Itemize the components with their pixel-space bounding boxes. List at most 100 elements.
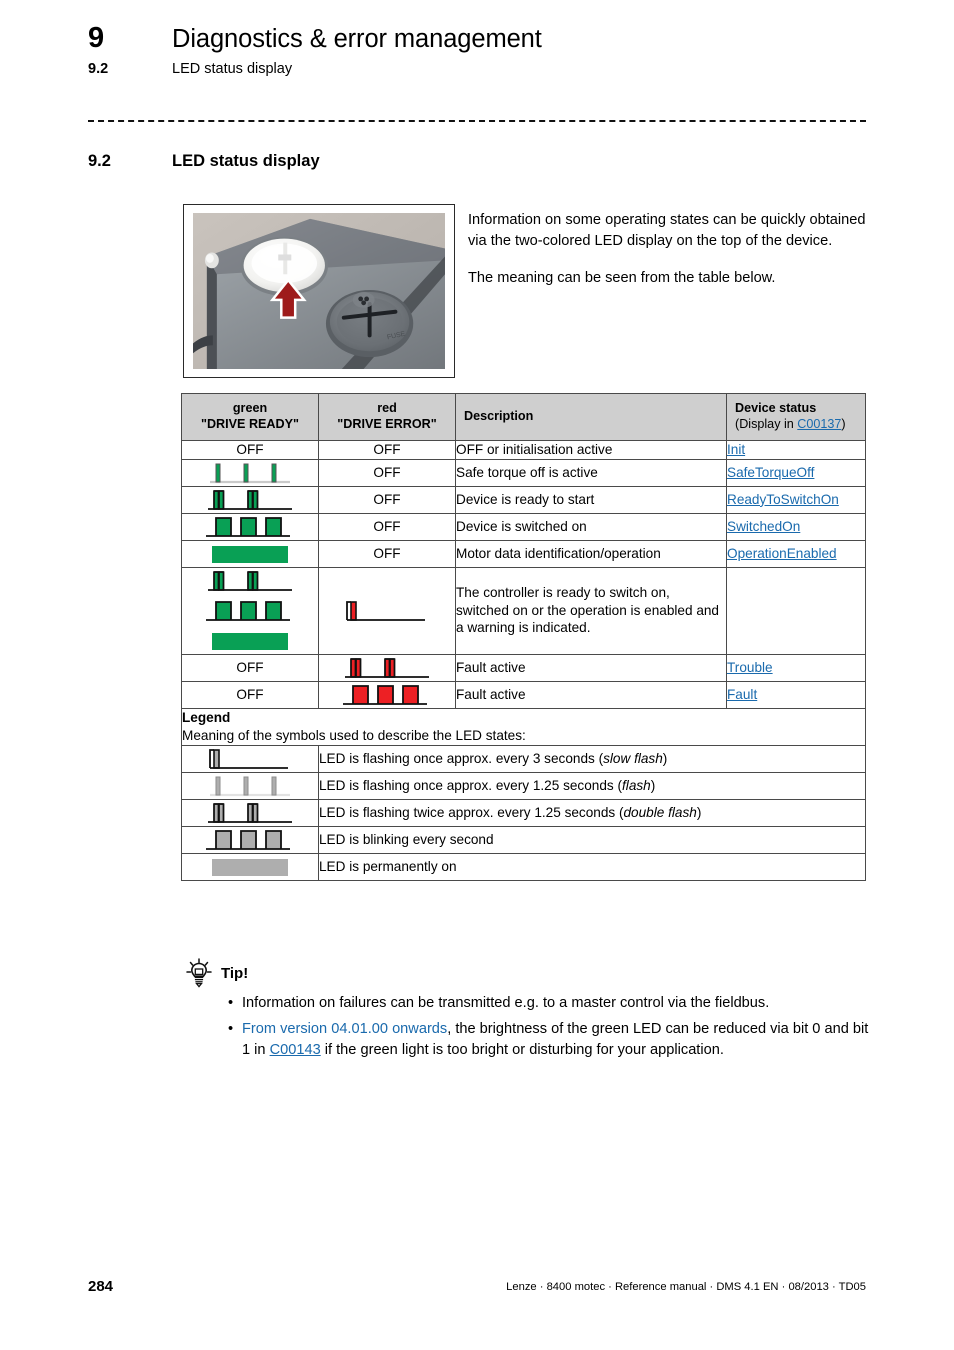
- table-row: OFF Fault active Fault: [181, 680, 866, 709]
- cell-red-led: OFF: [318, 512, 456, 541]
- running-header: 9 Diagnostics & error management 9.2 LED…: [88, 22, 878, 77]
- legend-header-cell: Legend Meaning of the symbols used to des…: [181, 707, 866, 746]
- table-body: OFF OFF OFF or initialisation active Init OF…: [181, 440, 866, 881]
- header-description: Description: [455, 393, 727, 441]
- header-section-number: 9.2: [88, 61, 109, 77]
- footer-page-number: 284: [88, 1278, 114, 1295]
- cell-green-led: OFF: [181, 680, 319, 709]
- cell-red-led: OFF: [318, 485, 456, 514]
- cell-green-led: [181, 539, 319, 568]
- legend-text-cell: LED is permanently on: [318, 852, 866, 881]
- table-row: OFF OFF OFF or initialisation active Init: [181, 440, 866, 460]
- section-number: 9.2: [88, 152, 111, 170]
- section-title: LED status display: [172, 152, 320, 170]
- cell-device-status: SwitchedOn: [726, 512, 866, 541]
- header-green-label: green: [232, 401, 268, 415]
- cell-red-led: [318, 653, 456, 682]
- table-row: OFF Safe torque off is active SafeTorqueOf…: [181, 458, 866, 487]
- cell-green-led: [181, 566, 319, 655]
- cell-device-status: Fault: [726, 680, 866, 709]
- cell-green-led: [181, 458, 319, 487]
- link-status-switchedon[interactable]: SwitchedOn: [727, 519, 800, 534]
- legend-row: LED is flashing once approx. every 3 sec…: [181, 744, 866, 773]
- legend-symbol-cell: [181, 771, 319, 800]
- display-in-close: ): [841, 416, 846, 431]
- tip-version-link[interactable]: From version 04.01.00 onwards: [242, 1021, 447, 1037]
- tip-title: Tip!: [221, 964, 249, 982]
- lightbulb-icon: [186, 958, 212, 988]
- legend-symbol-cell: [181, 744, 319, 773]
- legend-term: slow flash: [603, 751, 663, 766]
- table-header-row: green "DRIVE READY" red "DRIVE ERROR" De…: [181, 393, 866, 441]
- led-symbol-double-flash: [208, 570, 292, 591]
- led-symbol-flash: [210, 463, 290, 483]
- cell-description: Safe torque off is active: [455, 458, 727, 487]
- display-in-text: (Display in: [735, 416, 798, 431]
- device-top-led-photo: FUSE: [193, 213, 445, 369]
- link-status-fault[interactable]: Fault: [727, 687, 757, 702]
- cell-red-led: [318, 680, 456, 709]
- cell-green-led: OFF: [181, 440, 319, 460]
- legend-symbol-cell: [181, 825, 319, 854]
- cell-device-status: SafeTorqueOff: [726, 458, 866, 487]
- cell-device-status: Trouble: [726, 653, 866, 682]
- legend-symbol-cell: [181, 798, 319, 827]
- footer-info: Lenze · 8400 motec · Reference manual · …: [506, 1281, 866, 1293]
- table-row: The controller is ready to switch on, sw…: [181, 566, 866, 655]
- cell-red-led: OFF: [318, 458, 456, 487]
- legend-subtitle: Meaning of the symbols used to describe …: [182, 727, 526, 743]
- legend-symbol-cell: [181, 852, 319, 881]
- led-symbol-blink: [206, 600, 290, 621]
- intro-paragraph-1: Information on some operating states can…: [468, 212, 866, 249]
- link-c00143[interactable]: C00143: [270, 1042, 321, 1058]
- header-green: green "DRIVE READY": [181, 393, 319, 441]
- link-status-operationenabled[interactable]: OperationEnabled: [727, 546, 837, 561]
- legend-term: double flash: [623, 805, 697, 820]
- legend-row: LED is permanently on: [181, 852, 866, 881]
- cell-description: Motor data identification/operation: [455, 539, 727, 568]
- header-red-label: red: [377, 401, 397, 415]
- cell-description: Device is switched on: [455, 512, 727, 541]
- tip-block: Tip! Information on failures can be tran…: [186, 958, 876, 1061]
- header-device-status-label: Device status: [735, 401, 817, 415]
- tip-bullet-2: From version 04.01.00 onwards, the brigh…: [186, 1019, 876, 1061]
- link-status-safetorqueoff[interactable]: SafeTorqueOff: [727, 465, 814, 480]
- legend-text-cell: LED is flashing once approx. every 1.25 …: [318, 771, 866, 800]
- table-row: OFF Device is switched on SwitchedOn: [181, 512, 866, 541]
- led-symbol-double-flash: [208, 802, 292, 823]
- led-symbol-blink: [206, 829, 290, 850]
- link-c00137[interactable]: C00137: [797, 417, 841, 431]
- cell-description: Fault active: [455, 653, 727, 682]
- led-status-table: green "DRIVE READY" red "DRIVE ERROR" De…: [181, 393, 866, 881]
- header-device-status-sub: (Display in C00137): [735, 417, 859, 433]
- table-row: OFF Device is ready to start ReadyToSwitch…: [181, 485, 866, 514]
- header-section-title: LED status display: [172, 61, 293, 77]
- header-device-status: Device status (Display in C00137): [726, 393, 866, 441]
- intro-text: Information on some operating states can…: [468, 210, 868, 289]
- cell-red-led: [318, 566, 456, 655]
- cell-green-led: [181, 512, 319, 541]
- led-symbol-blink: [206, 516, 290, 537]
- legend-text-cell: LED is flashing once approx. every 3 sec…: [318, 744, 866, 773]
- cell-device-status: [726, 566, 866, 655]
- cell-red-led: OFF: [318, 539, 456, 568]
- cell-description: The controller is ready to switch on, sw…: [455, 566, 727, 655]
- table-row: OFF Motor data identification/operation Op…: [181, 539, 866, 568]
- document-page: 9 Diagnostics & error management 9.2 LED…: [0, 0, 954, 1350]
- header-red: red "DRIVE ERROR": [318, 393, 456, 441]
- header-red-sublabel: "DRIVE ERROR": [337, 416, 437, 431]
- legend-row: LED is blinking every second: [181, 825, 866, 854]
- tip-bullet-2-end: if the green light is too bright or dist…: [320, 1042, 724, 1058]
- link-status-trouble[interactable]: Trouble: [727, 660, 773, 675]
- intro-paragraph-2: The meaning can be seen from the table b…: [468, 270, 776, 286]
- link-status-init[interactable]: Init: [727, 442, 745, 457]
- cell-device-status: OperationEnabled: [726, 539, 866, 568]
- link-status-readytoswitchon[interactable]: ReadyToSwitchOn: [727, 492, 839, 507]
- legend-text-cell: LED is flashing twice approx. every 1.25…: [318, 798, 866, 827]
- led-symbol-on: [212, 545, 288, 563]
- cell-red-led: OFF: [318, 440, 456, 460]
- led-symbol-flash: [210, 776, 290, 796]
- led-symbol-blink: [343, 684, 427, 705]
- cell-description: Device is ready to start: [455, 485, 727, 514]
- section-heading: 9.2 LED status display: [88, 152, 320, 171]
